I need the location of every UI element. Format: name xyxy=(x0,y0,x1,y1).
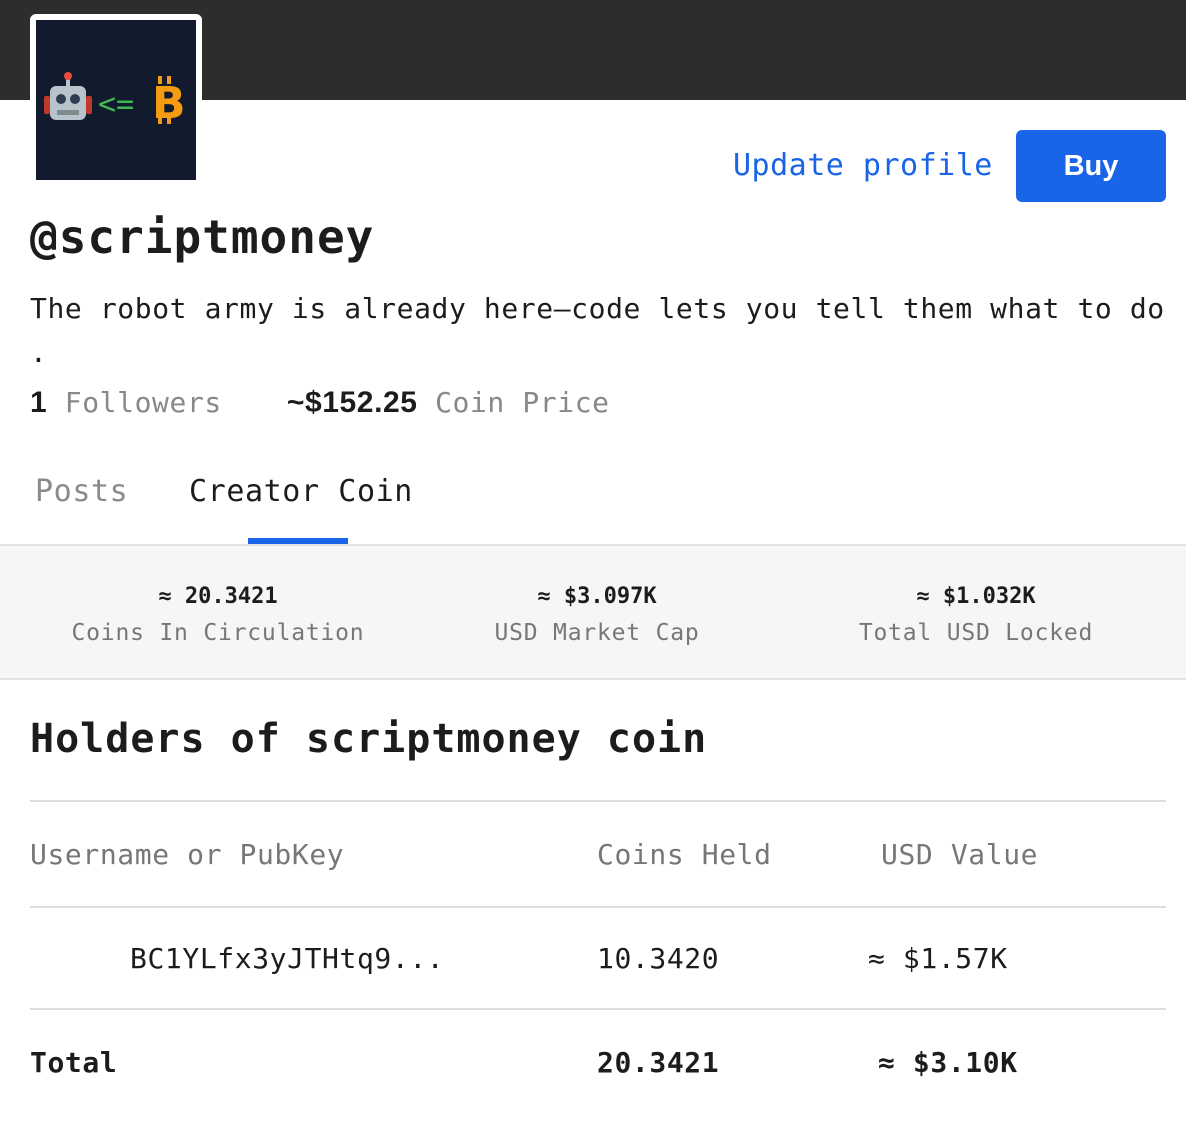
followers-count: 1 xyxy=(30,386,48,419)
divider xyxy=(30,800,1166,802)
total-label: Total xyxy=(30,1046,118,1079)
summary-label: Coins In Circulation xyxy=(71,620,365,646)
followers-label[interactable]: Followers xyxy=(65,386,222,419)
buy-button[interactable]: Buy xyxy=(1016,130,1166,202)
holder-coins: 10.3420 xyxy=(597,942,720,975)
summary-value: ≈ 20.3421 xyxy=(158,584,278,609)
total-coins: 20.3421 xyxy=(597,1046,720,1079)
column-header-coins: Coins Held xyxy=(597,838,772,871)
tab-creator-coin[interactable]: Creator Coin xyxy=(189,474,413,509)
summary-value: ≈ $3.097K xyxy=(537,584,657,609)
divider xyxy=(30,906,1166,908)
summary-value: ≈ $1.032K xyxy=(916,584,1036,609)
divider xyxy=(30,1008,1166,1010)
column-header-usd: USD Value xyxy=(881,838,1039,871)
robot-lte-bitcoin-icon: <= B xyxy=(44,72,186,129)
avatar-frame: <= B xyxy=(30,14,202,186)
coin-summary-bar: ≈ 20.3421 Coins In Circulation ≈ $3.097K… xyxy=(0,544,1186,680)
update-profile-link[interactable]: Update profile xyxy=(733,148,993,183)
svg-text:<=: <= xyxy=(98,87,134,122)
avatar[interactable]: <= B xyxy=(36,20,196,180)
holders-title: Holders of scriptmoney coin xyxy=(30,716,708,762)
profile-stats: 1 Followers ~$152.25 Coin Price xyxy=(30,386,610,420)
column-header-user: Username or PubKey xyxy=(30,838,345,871)
total-usd: ≈ $3.10K xyxy=(878,1046,1018,1079)
tab-posts[interactable]: Posts xyxy=(35,474,128,509)
summary-label: USD Market Cap xyxy=(494,620,700,646)
profile-bio: The robot army is already here—code lets… xyxy=(30,292,1165,369)
coin-price-label: Coin Price xyxy=(435,386,610,419)
holder-usd: ≈ $1.57K xyxy=(868,942,1008,975)
profile-username: @scriptmoney xyxy=(30,210,375,264)
holder-pubkey[interactable]: BC1YLfx3yJTHtq9... xyxy=(130,942,444,975)
coin-price-value: ~$152.25 xyxy=(286,386,418,419)
summary-label: Total USD Locked xyxy=(858,620,1094,646)
